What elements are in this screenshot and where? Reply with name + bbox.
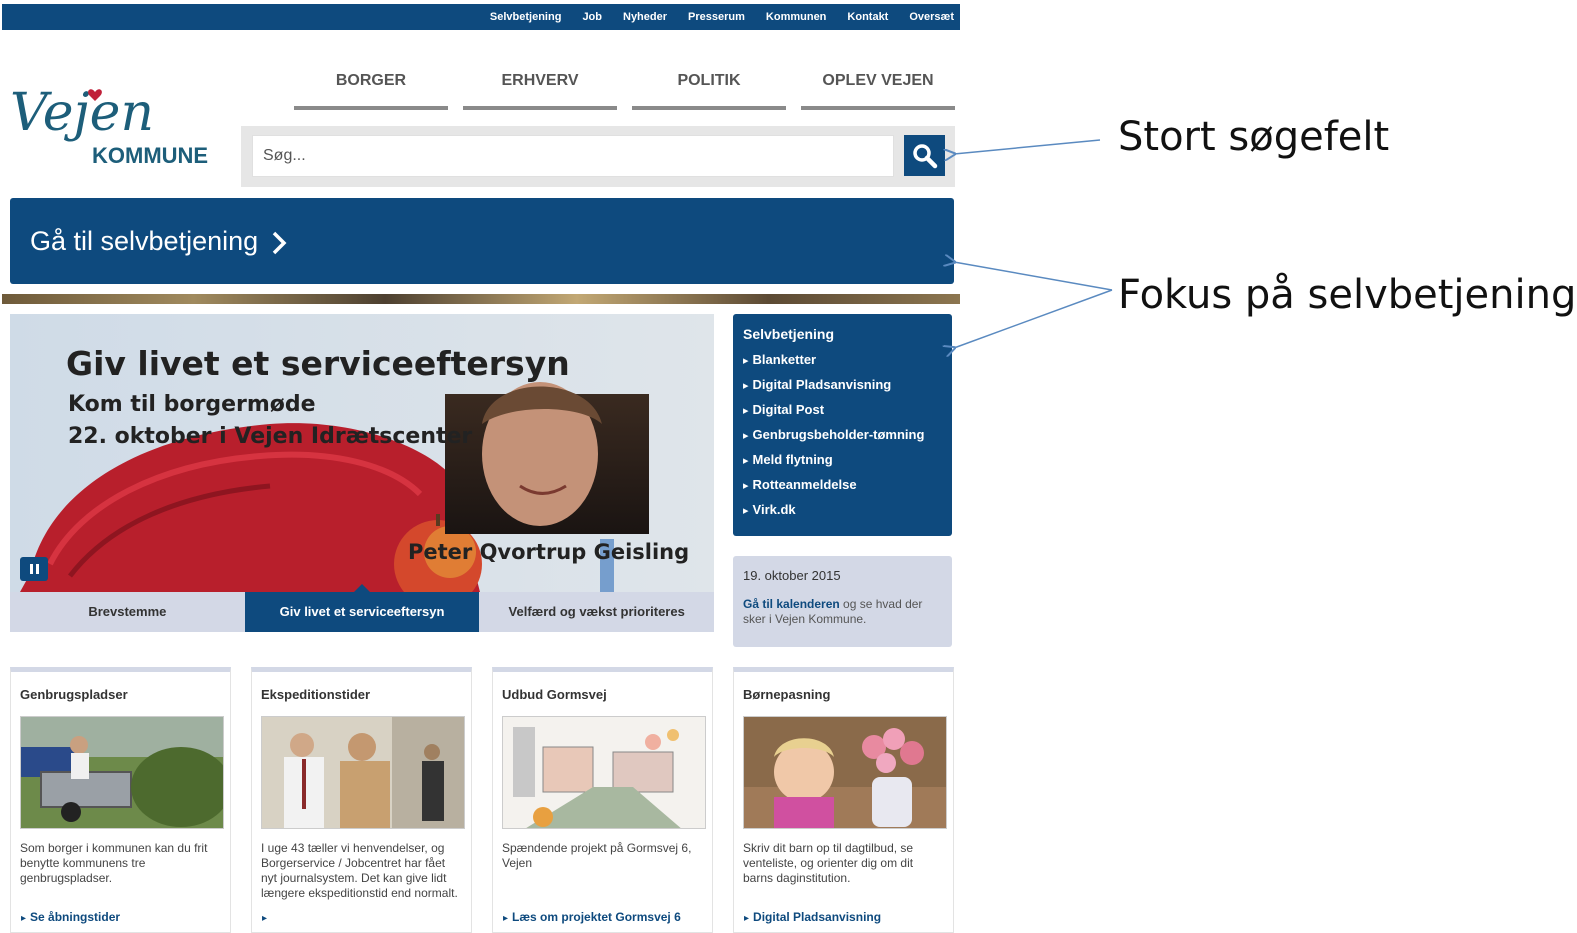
top-link-kontakt[interactable]: Kontakt (847, 11, 888, 23)
arrow-to-banner (954, 262, 1113, 291)
card-link[interactable] (262, 910, 271, 924)
top-link-kommunen[interactable]: Kommunen (766, 11, 827, 23)
selfservice-link-genbrugsbeholder[interactable]: Genbrugsbeholder-tømning (743, 427, 942, 452)
card-image[interactable] (20, 716, 224, 829)
slide-image[interactable]: Giv livet et serviceeftersyn Kom til bor… (10, 314, 714, 592)
slide-tab-serviceeftersyn[interactable]: Giv livet et serviceeftersyn (244, 584, 480, 632)
logo-sub: KOMMUNE (92, 143, 208, 168)
main-navigation: BORGER ERHVERV POLITIK OPLEV VEJEN (294, 64, 956, 110)
card-title: Ekspeditionstider (261, 687, 371, 702)
card-title: Genbrugspladser (20, 687, 128, 702)
slideshow: Giv livet et serviceeftersyn Kom til bor… (10, 314, 714, 632)
news-card-ekspeditionstider: Ekspeditionstider I uge 43 tæller vi hen… (251, 667, 472, 933)
card-link[interactable]: Læs om projektet Gormsvej 6 (503, 910, 681, 924)
top-link-nyheder[interactable]: Nyheder (623, 11, 667, 23)
slide-title: Giv livet et serviceeftersyn (66, 344, 570, 383)
search-icon (912, 143, 937, 168)
arrow-to-selfbox (954, 289, 1113, 348)
chevron-right-icon (272, 231, 287, 255)
news-card-boernepasning: Børnepasning Skriv dit barn op til dagti… (733, 667, 954, 933)
selfservice-banner[interactable]: Gå til selvbetjening (10, 198, 954, 284)
card-image[interactable] (743, 716, 947, 829)
selfservice-link-digital-pladsanvisning[interactable]: Digital Pladsanvisning (743, 377, 942, 402)
architecture-sketch-icon (503, 717, 705, 828)
search-bar (241, 126, 955, 187)
selfservice-link-blanketter[interactable]: Blanketter (743, 352, 942, 377)
card-text: Som borger i kommunen kan du frit benytt… (20, 841, 208, 885)
calendar-box: 19. oktober 2015 Gå til kalenderen og se… (733, 556, 952, 647)
card-title: Børnepasning (743, 687, 831, 702)
selfservice-box-title: Selvbetjening (743, 326, 835, 342)
calendar-text: Gå til kalenderen og se hvad der sker i … (743, 597, 942, 627)
header-photo-strip (2, 294, 960, 304)
selfservice-link-rotteanmeldelse[interactable]: Rotteanmeldelse (743, 477, 942, 502)
nav-oplev-vejen[interactable]: OPLEV VEJEN (801, 64, 955, 110)
office-photo-icon (262, 717, 464, 828)
news-card-udbud-gormsvej: Udbud Gormsvej Spændende projekt på Gorm… (492, 667, 713, 933)
nav-erhverv[interactable]: ERHVERV (463, 64, 617, 110)
card-text: Skriv dit barn op til dagtilbud, se vent… (743, 841, 914, 885)
slide-caption: Peter Qvortrup Geisling (408, 540, 690, 564)
selfservice-link-virk[interactable]: Virk.dk (743, 502, 942, 527)
pause-icon-bar (35, 564, 39, 574)
news-card-genbrugspladser: Genbrugspladser Som borger i kommunen ka… (10, 667, 231, 933)
card-link[interactable]: Se åbningstider (21, 910, 120, 924)
top-link-oversaet[interactable]: Oversæt (909, 11, 954, 23)
slide-tabs: Brevstemme Giv livet et serviceeftersyn … (10, 584, 714, 632)
card-link[interactable]: Digital Pladsanvisning (744, 910, 881, 924)
top-utility-bar: Selvbetjening Job Nyheder Presserum Komm… (2, 4, 960, 30)
selfservice-link-digital-post[interactable]: Digital Post (743, 402, 942, 427)
pause-icon-bar (29, 564, 33, 574)
card-text: I uge 43 tæller vi henvendelser, og Borg… (261, 841, 458, 900)
top-link-presserum[interactable]: Presserum (688, 11, 745, 23)
nav-borger[interactable]: BORGER (294, 64, 448, 110)
card-text: Spændende projekt på Gormsvej 6, Vejen (502, 841, 692, 870)
nav-politik[interactable]: POLITIK (632, 64, 786, 110)
slide-tab-velfaerd[interactable]: Velfærd og vækst prioriteres (479, 592, 714, 632)
slide-tab-brevstemme[interactable]: Brevstemme (10, 592, 245, 632)
annotation-selfservice: Fokus på selvbetjening (1118, 272, 1577, 318)
slide-date-line: 22. oktober i Vejen Idrætscenter (68, 424, 473, 449)
card-image[interactable] (502, 716, 706, 829)
selfservice-box: Selvbetjening Blanketter Digital Pladsan… (733, 314, 952, 536)
pause-button[interactable] (20, 557, 48, 581)
search-input[interactable] (252, 135, 894, 177)
logo-name: Vejen (10, 83, 154, 143)
annotation-search: Stort søgefelt (1118, 114, 1390, 160)
top-link-job[interactable]: Job (582, 11, 602, 23)
search-button[interactable] (904, 135, 945, 176)
card-title: Udbud Gormsvej (502, 687, 607, 702)
calendar-link[interactable]: Gå til kalenderen (743, 597, 840, 611)
vejen-kommune-logo[interactable]: Vejen KOMMUNE (8, 72, 223, 172)
top-link-selvbetjening[interactable]: Selvbetjening (490, 11, 562, 23)
selfservice-link-meld-flytning[interactable]: Meld flytning (743, 452, 942, 477)
arrow-to-search (954, 139, 1101, 154)
selfservice-banner-label: Gå til selvbetjening (30, 226, 259, 256)
child-flowers-photo-icon (744, 717, 946, 828)
logo-graphic: Vejen KOMMUNE (10, 83, 208, 168)
calendar-date: 19. oktober 2015 (743, 568, 841, 583)
trailer-photo-icon (21, 717, 223, 828)
card-image[interactable] (261, 716, 465, 829)
slide-subtitle: Kom til borgermøde (68, 392, 316, 417)
